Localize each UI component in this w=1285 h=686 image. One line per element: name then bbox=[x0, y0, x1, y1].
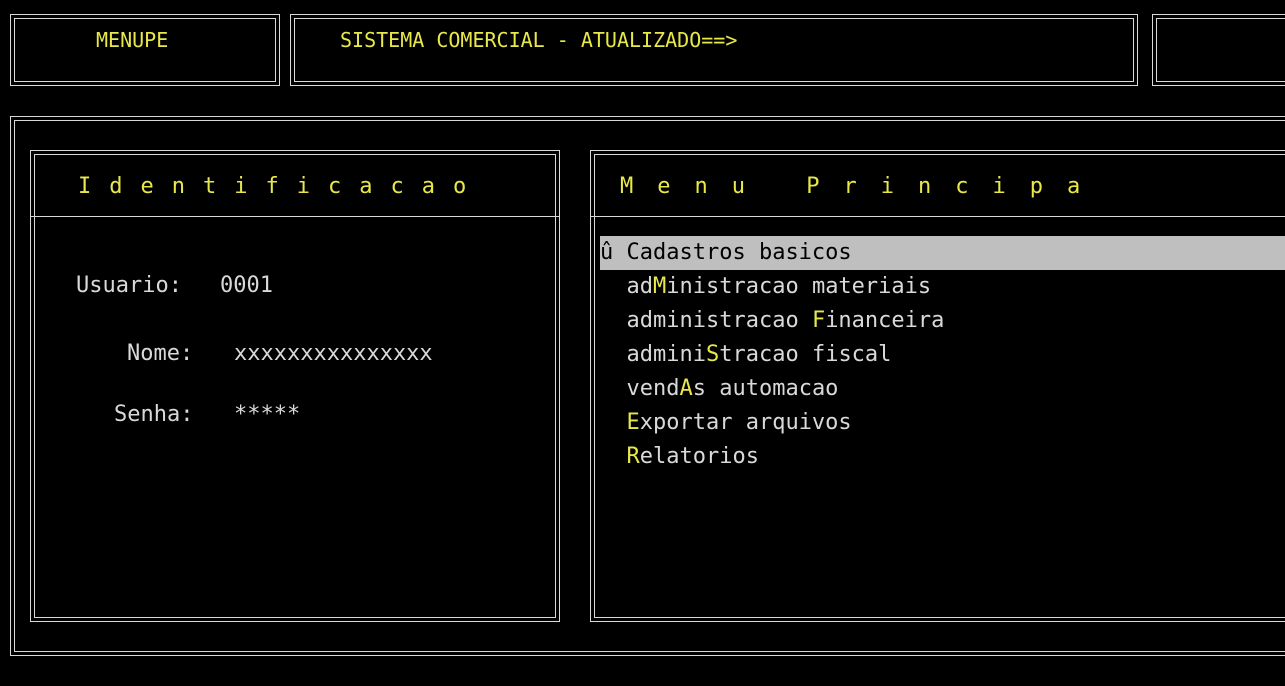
menu-item-hotkey: E bbox=[626, 410, 640, 435]
usuario-field[interactable]: 0001 bbox=[220, 269, 273, 303]
usuario-label: Usuario: bbox=[76, 273, 182, 298]
menu-item[interactable]: Exportar arquivos bbox=[600, 406, 1285, 440]
main-menu-title-divider bbox=[590, 216, 1285, 217]
system-title: SISTEMA COMERCIAL - ATUALIZADO==> bbox=[340, 28, 738, 52]
menu-item[interactable]: û Cadastros basicos bbox=[600, 236, 1285, 270]
menu-item[interactable]: adMinistracao materiais bbox=[600, 270, 1285, 304]
identification-title: Identificacao bbox=[78, 174, 485, 199]
menu-item-text: admini bbox=[626, 342, 706, 367]
menu-item-text: s automacao bbox=[692, 376, 839, 401]
menu-item-text: inanceira bbox=[825, 308, 945, 333]
senha-label: Senha: bbox=[114, 402, 194, 427]
main-menu-title: Menu Principa bbox=[620, 174, 1105, 199]
menu-item[interactable]: vendAs automacao bbox=[600, 372, 1285, 406]
nome-field[interactable]: xxxxxxxxxxxxxxx bbox=[234, 337, 433, 371]
menu-item[interactable]: administracao Financeira bbox=[600, 304, 1285, 338]
menu-item-text: tracao fiscal bbox=[719, 342, 892, 367]
menu-item[interactable]: Relatorios bbox=[600, 440, 1285, 474]
menu-item-text: ad bbox=[626, 274, 654, 299]
program-name: MENUPE bbox=[96, 28, 169, 52]
menu-item-text: vend bbox=[626, 376, 680, 401]
nome-label: Nome: bbox=[127, 341, 194, 366]
menu-item-text: elatorios bbox=[639, 444, 759, 469]
identification-title-divider bbox=[30, 216, 560, 217]
menu-item-text: administracao bbox=[626, 308, 812, 333]
menu-item-hotkey: A bbox=[679, 376, 693, 401]
menu-item-text: inistracao materiais bbox=[666, 274, 932, 299]
menu-item-text: Cadastros basicos bbox=[626, 240, 852, 265]
status-box bbox=[1152, 14, 1285, 86]
menu-item-hotkey: F bbox=[811, 308, 826, 333]
identification-panel bbox=[30, 150, 560, 622]
menu-item-text: xportar arquivos bbox=[639, 410, 852, 435]
menu-item-hotkey: M bbox=[653, 274, 667, 299]
menu-item[interactable]: adminiStracao fiscal bbox=[600, 338, 1285, 372]
menu-item-hotkey: R bbox=[626, 444, 640, 469]
senha-field[interactable]: ***** bbox=[234, 398, 300, 432]
menu-item-hotkey: S bbox=[705, 342, 720, 367]
selection-marker: û bbox=[600, 240, 627, 265]
